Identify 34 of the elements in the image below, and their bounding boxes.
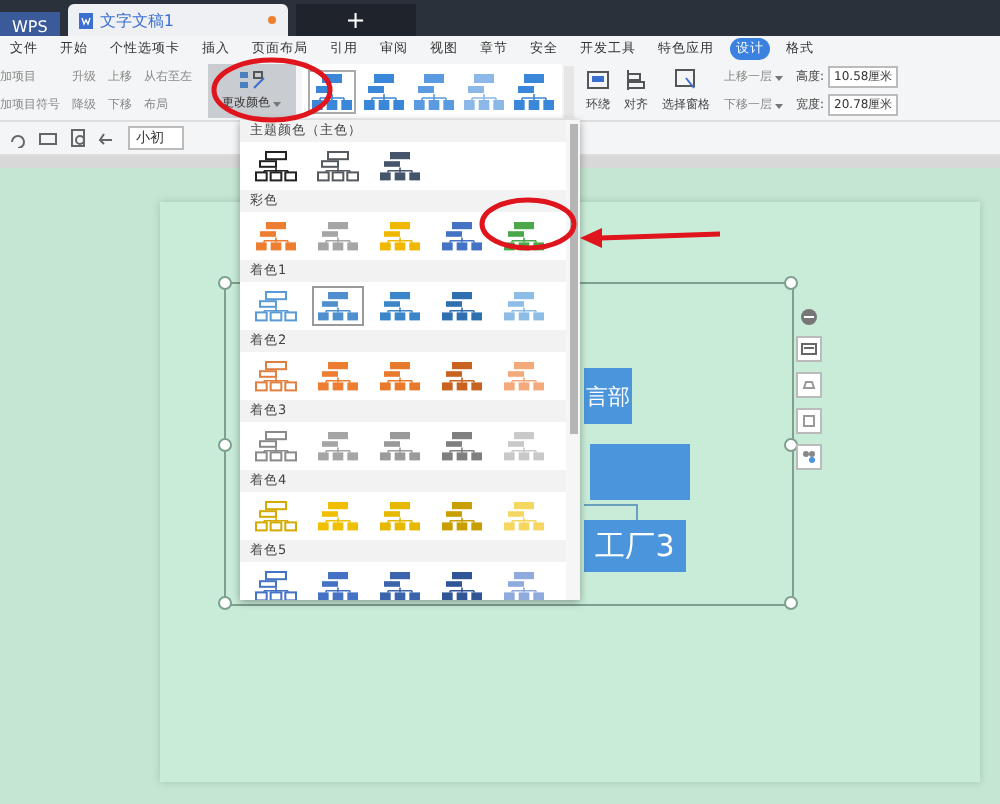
ribbon-command-icon <box>674 68 698 92</box>
ribbon-command-icon <box>624 68 648 92</box>
trapezoid-icon <box>800 376 818 394</box>
dots-icon <box>800 448 818 466</box>
text-box-icon <box>800 340 818 358</box>
document-icon <box>77 11 94 29</box>
org-chart-style-icon[interactable] <box>316 150 360 182</box>
org-chart-style-icon[interactable] <box>440 570 484 600</box>
caret-icon <box>774 73 784 81</box>
app-tab[interactable]: WPS <box>0 12 60 36</box>
org-chart-node[interactable] <box>590 444 690 500</box>
layout-button[interactable] <box>796 336 822 362</box>
org-chart-style-icon[interactable] <box>254 150 298 182</box>
toolbar-icon[interactable] <box>98 128 118 148</box>
org-chart-style-icon[interactable] <box>378 150 422 182</box>
shape-fill-button[interactable] <box>796 372 822 398</box>
change-color-icon <box>238 70 266 90</box>
new-tab-button[interactable]: + <box>295 4 416 36</box>
caret-icon <box>774 101 784 109</box>
square-icon <box>800 412 818 430</box>
document-tab[interactable]: 文字文稿1 <box>67 4 288 36</box>
ribbon-command-icon <box>586 68 610 92</box>
gallery-scrollbar[interactable] <box>564 65 574 117</box>
scrollbar-thumb[interactable] <box>569 124 577 434</box>
style-button[interactable] <box>796 444 822 470</box>
annotation-circle <box>211 57 333 123</box>
caret-icon <box>272 99 282 107</box>
annotation-arrow <box>580 228 721 248</box>
document-title: 文字文稿1 <box>99 9 174 31</box>
outline-button[interactable] <box>796 408 822 434</box>
annotation-circle <box>479 197 577 251</box>
collapse-icon[interactable] <box>800 308 818 326</box>
unsaved-dot <box>267 16 276 24</box>
toolbar-icon[interactable] <box>68 128 88 148</box>
